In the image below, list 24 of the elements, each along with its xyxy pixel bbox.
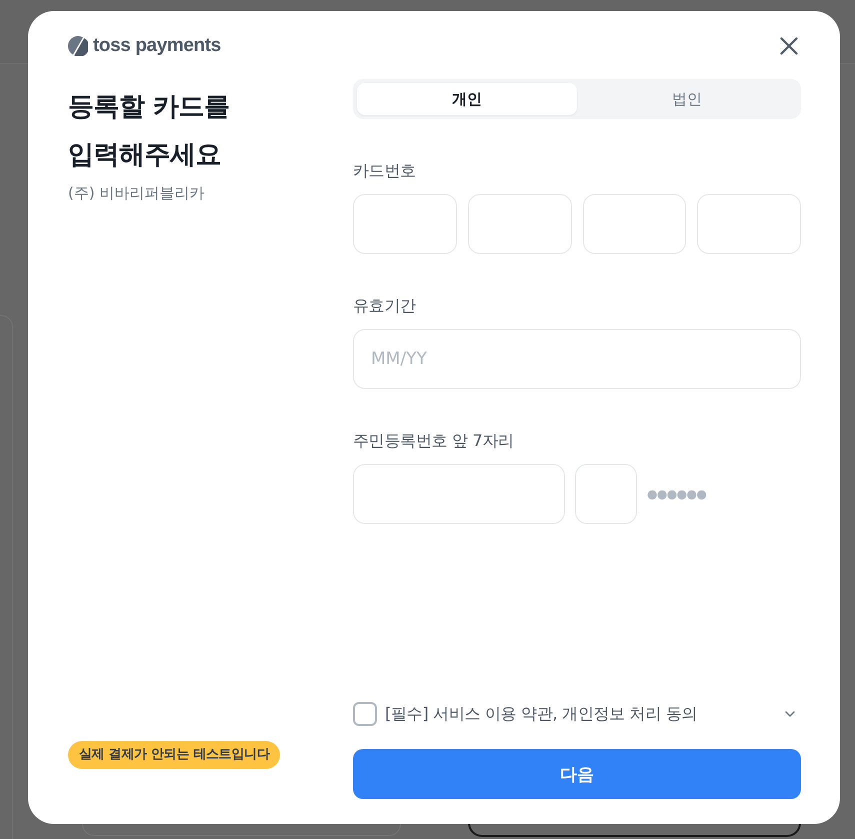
- agreement-label[interactable]: [필수] 서비스 이용 약관, 개인정보 처리 동의: [385, 703, 698, 725]
- gender-digit-field[interactable]: [575, 464, 637, 524]
- tab[interactable]: 법인: [577, 83, 797, 115]
- test-mode-badge: 실제 결제가 안되는 테스트입니다: [68, 741, 280, 769]
- close-button[interactable]: [780, 37, 798, 55]
- field-label: 카드번호: [353, 160, 416, 182]
- next-button[interactable]: 다음: [353, 749, 801, 799]
- birthdate-field[interactable]: [353, 464, 565, 524]
- field-label: 주민등록번호 앞 7자리: [353, 430, 514, 452]
- card-number-field[interactable]: [468, 194, 572, 254]
- close-icon: [780, 37, 798, 55]
- expiry-field[interactable]: MM/YY: [353, 329, 801, 389]
- card-number-field[interactable]: [697, 194, 801, 254]
- page-title: 등록할 카드를 입력해주세요: [68, 91, 231, 172]
- card-number-field[interactable]: [353, 194, 457, 254]
- field-label: 유효기간: [353, 295, 416, 317]
- merchant-name: (주) 비바리퍼블리카: [68, 183, 204, 204]
- tab[interactable]: 개인: [357, 83, 577, 115]
- agreement-checkbox[interactable]: [353, 702, 377, 726]
- chevron-icon[interactable]: [785, 711, 795, 717]
- logo-text: toss payments: [93, 35, 221, 57]
- logo-icon: [68, 36, 88, 56]
- masked-digits: ●●●●●●: [647, 486, 706, 502]
- card-number-field[interactable]: [582, 194, 686, 254]
